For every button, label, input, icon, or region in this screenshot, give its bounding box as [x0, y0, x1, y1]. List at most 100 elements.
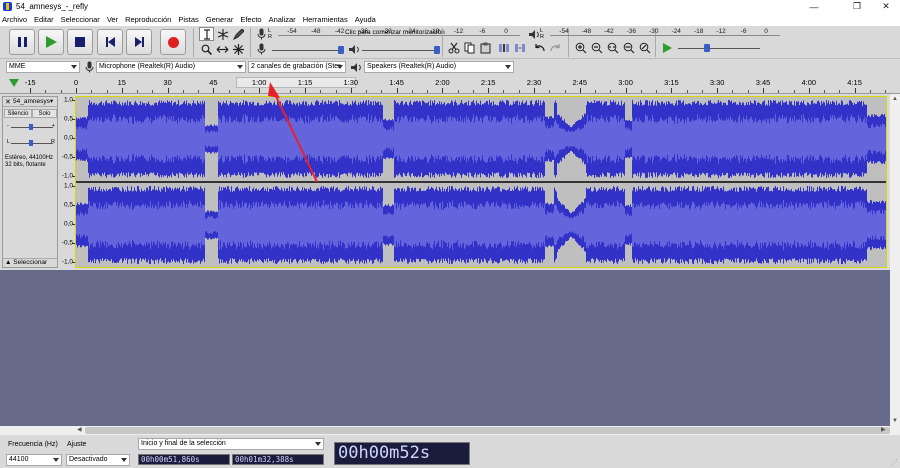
- play-speed-slider[interactable]: [678, 43, 760, 53]
- slider-knob[interactable]: [338, 46, 344, 54]
- select-tool-button[interactable]: [199, 27, 214, 41]
- speaker-icon: [528, 29, 539, 39]
- slider-knob[interactable]: [29, 124, 33, 130]
- menu-ver[interactable]: Ver: [107, 15, 118, 24]
- record-volume-slider[interactable]: [272, 45, 344, 55]
- monitoring-hint[interactable]: Clic para comenzar monitorización: [345, 29, 445, 36]
- vertical-scrollbar[interactable]: ▲ ▼: [890, 94, 900, 426]
- ruler-major-tick: [717, 88, 719, 93]
- trim-button[interactable]: [496, 41, 511, 55]
- record-meter-button[interactable]: [254, 27, 269, 41]
- collapse-icon: ▲: [5, 259, 12, 266]
- selection-end-time[interactable]: 00h01m32,388s: [232, 454, 324, 465]
- menu-editar[interactable]: Editar: [34, 15, 54, 24]
- playback-device-select[interactable]: Speakers (Realtek(R) Audio): [364, 61, 514, 73]
- timeline-ruler[interactable]: -15 0 15 30 45 1:00 1:15 1:30 1:45 2:00 2:15 2:30 2:…: [0, 74, 900, 94]
- menu-efecto[interactable]: Efecto: [240, 15, 261, 24]
- menu-ayuda[interactable]: Ayuda: [355, 15, 376, 24]
- ruler-tick-label: 3:00: [618, 78, 633, 87]
- ruler-tick-label: 1:30: [343, 78, 359, 87]
- menu-analizar[interactable]: Analizar: [269, 15, 296, 24]
- maximize-button[interactable]: ❐: [843, 0, 871, 13]
- menu-seleccionar[interactable]: Seleccionar: [61, 15, 100, 24]
- skip-to-start-button[interactable]: [97, 29, 123, 55]
- undo-button[interactable]: [532, 41, 547, 55]
- draw-tool-button[interactable]: [231, 27, 246, 41]
- slider-knob[interactable]: [704, 44, 710, 52]
- close-button[interactable]: ✕: [872, 0, 900, 13]
- multi-tool-button[interactable]: [231, 42, 246, 56]
- chevron-down-icon: [71, 65, 77, 69]
- envelope-tool-button[interactable]: [215, 27, 230, 41]
- ruler-tick-label: 45: [209, 78, 218, 87]
- slider-knob[interactable]: [434, 46, 440, 54]
- menu-reproduccion[interactable]: Reproducción: [125, 15, 171, 24]
- channel-divider: [76, 181, 886, 183]
- audio-position-time[interactable]: 00h00m52s: [334, 442, 470, 465]
- timeshift-tool-button[interactable]: [215, 42, 230, 56]
- solo-button[interactable]: Solo: [32, 109, 57, 118]
- speaker-icon: [351, 63, 361, 72]
- ruler-tick-label: 4:00: [801, 78, 817, 87]
- chevron-down-icon: [121, 458, 127, 462]
- snap-select[interactable]: Desactivado: [66, 454, 130, 466]
- cut-button[interactable]: [446, 41, 461, 55]
- play-at-speed-button[interactable]: [660, 41, 675, 55]
- separator: [442, 28, 443, 57]
- menu-herramientas[interactable]: Herramientas: [303, 15, 348, 24]
- scroll-right-icon[interactable]: ▶: [881, 426, 886, 433]
- mute-button[interactable]: Silencio: [4, 109, 32, 118]
- pan-slider[interactable]: L R: [7, 139, 55, 147]
- meter-tick-label: -30: [649, 28, 659, 35]
- project-rate-select[interactable]: 44100: [6, 454, 62, 466]
- gain-slider[interactable]: - +: [7, 123, 55, 131]
- scrollbar-thumb[interactable]: [85, 427, 890, 434]
- skip-start-icon: [105, 37, 115, 47]
- pause-button[interactable]: [9, 29, 35, 55]
- audio-host-select[interactable]: MME: [6, 61, 80, 73]
- empty-track-area[interactable]: [0, 270, 890, 426]
- zoom-in-button[interactable]: [573, 41, 588, 55]
- horizontal-scrollbar[interactable]: ◀ ▶: [0, 426, 900, 435]
- menu-pistas[interactable]: Pistas: [178, 15, 198, 24]
- microphone-icon: [85, 61, 94, 73]
- redo-button[interactable]: [548, 41, 563, 55]
- scroll-down-icon[interactable]: ▼: [892, 418, 898, 424]
- paste-button[interactable]: [478, 41, 493, 55]
- fit-project-button[interactable]: [621, 41, 636, 55]
- slider-knob[interactable]: [29, 140, 33, 146]
- skip-to-end-button[interactable]: [126, 29, 152, 55]
- stop-button[interactable]: [67, 29, 93, 55]
- copy-button[interactable]: [462, 41, 477, 55]
- zoom-toggle-button[interactable]: [637, 41, 652, 55]
- resize-grip-icon[interactable]: ⋰: [891, 458, 898, 466]
- zoom-tool-button[interactable]: [199, 42, 214, 56]
- scroll-up-icon[interactable]: ▲: [892, 96, 898, 102]
- playback-meter[interactable]: LR -54 -48 -42 -36 -30 -24 -18 -12 -6 0: [540, 28, 780, 41]
- playback-meter-button[interactable]: [526, 27, 541, 41]
- recording-channels-select[interactable]: 2 canales de grabación (Ster: [248, 61, 346, 73]
- menu-generar[interactable]: Generar: [206, 15, 234, 24]
- selection-format-select[interactable]: Inicio y final de la selección: [138, 438, 324, 450]
- silence-button[interactable]: [512, 41, 527, 55]
- fit-selection-button[interactable]: [605, 41, 620, 55]
- track-name-button[interactable]: ✕ 54_amnesys▾: [3, 97, 57, 107]
- minimize-button[interactable]: —: [800, 0, 828, 13]
- playback-volume-slider[interactable]: [362, 45, 440, 55]
- scroll-left-icon[interactable]: ◀: [77, 426, 82, 433]
- play-head-icon[interactable]: [9, 79, 19, 87]
- track-select-button[interactable]: ▲ Seleccionar: [3, 258, 57, 267]
- play-button[interactable]: [38, 29, 64, 55]
- record-button[interactable]: [160, 29, 186, 55]
- ruler-tick-label: 30: [163, 78, 172, 87]
- meter-tick-label: -54: [559, 28, 569, 35]
- meter-channel-labels: LR: [540, 28, 544, 40]
- zoom-out-icon: [591, 42, 602, 54]
- menu-archivo[interactable]: Archivo: [2, 15, 27, 24]
- recording-device-select[interactable]: Microphone (Realtek(R) Audio): [96, 61, 246, 73]
- selection-start-time[interactable]: 00h00m51,860s: [138, 454, 230, 465]
- ruler-tick-label: 2:30: [526, 78, 542, 87]
- waveform-display[interactable]: [75, 96, 887, 268]
- zoom-out-button[interactable]: [589, 41, 604, 55]
- close-icon[interactable]: ✕: [5, 98, 11, 107]
